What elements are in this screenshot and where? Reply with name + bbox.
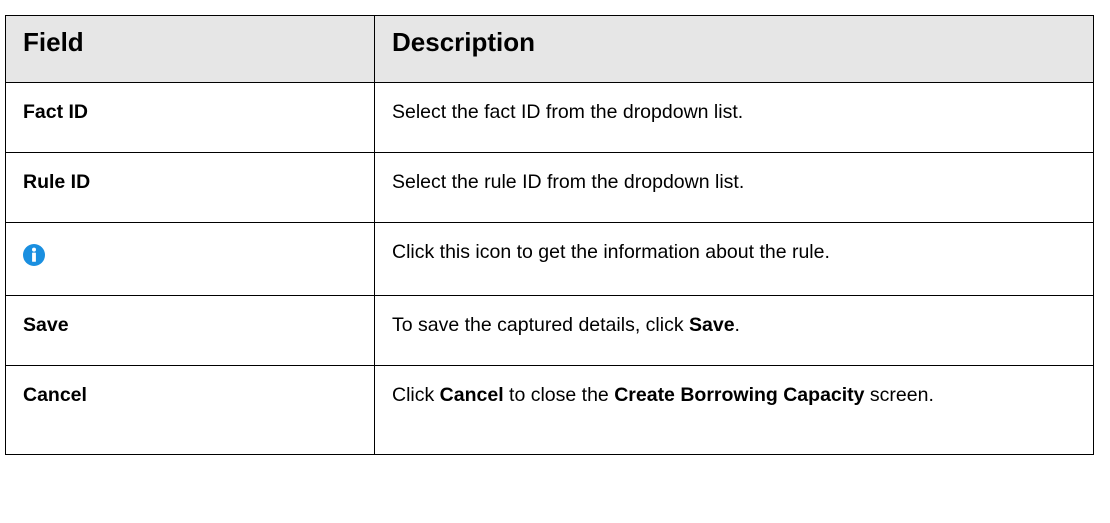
table-row: Rule ID Select the rule ID from the drop…	[5, 152, 1094, 223]
description-text: .	[734, 314, 740, 336]
description-text: To save the captured details, click	[392, 314, 689, 336]
description-bold-save: Save	[689, 314, 735, 336]
header-description: Description	[374, 15, 1094, 83]
table-row: Save To save the captured details, click…	[5, 295, 1094, 366]
field-name: Rule ID	[5, 152, 375, 223]
table-header-row: Field Description	[5, 15, 1094, 83]
description-bold-screen-name: Create Borrowing Capacity	[614, 384, 865, 406]
field-name: Cancel	[5, 365, 375, 455]
field-name: Save	[5, 295, 375, 366]
field-description: Click this icon to get the information a…	[374, 222, 1094, 296]
field-name: Fact ID	[5, 82, 375, 153]
table-row: Fact ID Select the fact ID from the drop…	[5, 82, 1094, 153]
field-description: Click Cancel to close the Create Borrowi…	[374, 365, 1094, 455]
table-row: Click this icon to get the information a…	[5, 222, 1094, 296]
header-field: Field	[5, 15, 375, 83]
field-description: Select the fact ID from the dropdown lis…	[374, 82, 1094, 153]
table-row: Cancel Click Cancel to close the Create …	[5, 365, 1094, 455]
description-text: Click	[392, 384, 440, 406]
description-bold-cancel: Cancel	[439, 384, 504, 406]
field-description: To save the captured details, click Save…	[374, 295, 1094, 366]
field-icon-cell	[5, 222, 375, 296]
description-text: to close the	[503, 384, 615, 406]
info-icon	[23, 242, 45, 266]
field-description: Select the rule ID from the dropdown lis…	[374, 152, 1094, 223]
field-description-table: Field Description Fact ID Select the fac…	[5, 15, 1094, 455]
description-text: screen.	[864, 384, 934, 406]
